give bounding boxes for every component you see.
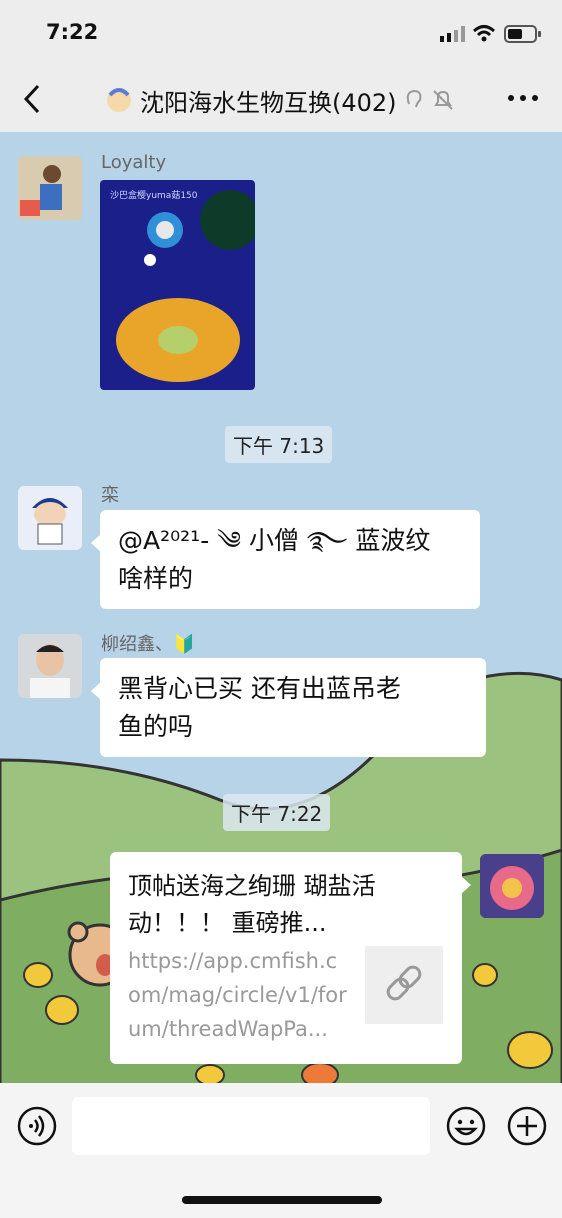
signal-icon [440, 26, 465, 42]
avatar[interactable] [18, 634, 82, 698]
status-bar: 7:22 [0, 0, 562, 68]
mute-bell-icon [432, 90, 453, 110]
home-indicator[interactable] [182, 1196, 382, 1204]
link-url: https://app.cmfish.com/mag/circle/v1/for… [128, 949, 347, 1041]
avatar[interactable] [18, 486, 82, 550]
chevron-left-icon[interactable] [16, 82, 50, 116]
chat-header: 沈阳海水生物互换(402) [0, 68, 562, 132]
sender-name: 柳绍鑫、🔰 [101, 634, 196, 655]
input-bar [0, 1083, 562, 1218]
link-icon [386, 965, 422, 1001]
timestamp: 下午 7:13 [225, 426, 333, 463]
more-dots-icon[interactable] [506, 90, 540, 106]
text-message[interactable]: @A²⁰²¹- ༄ 小僧 ࿐ 蓝波纹 啥样的 [91, 510, 480, 609]
voice-icon[interactable] [16, 1105, 58, 1147]
image-caption: 沙巴盒樱yuma菇150 [110, 191, 198, 201]
status-time: 7:22 [46, 20, 99, 44]
group-emoji-icon [107, 88, 131, 112]
battery-icon [504, 25, 541, 43]
chat-title[interactable]: 沈阳海水生物互换(402) [140, 83, 397, 118]
ear-icon [406, 89, 421, 108]
sender-name: Loyalty [101, 152, 167, 173]
message-line: 鱼的吗 [118, 712, 194, 741]
message-line: 啥样的 [118, 564, 194, 593]
wifi-icon [472, 25, 496, 42]
message-input[interactable] [72, 1097, 430, 1155]
sender-name: 栾 [101, 485, 119, 506]
self-avatar[interactable] [480, 854, 544, 918]
link-thumbnail [365, 946, 443, 1024]
avatar[interactable] [18, 156, 82, 220]
link-card-message[interactable]: 顶帖送海之绚珊 瑚盐活动！！！ 重磅推... https://app.cmfis… [110, 852, 471, 1064]
message-line: 黑背心已买 还有出蓝吊老 [118, 674, 401, 703]
message-line: @A²⁰²¹- ༄ 小僧 ࿐ 蓝波纹 [118, 526, 431, 555]
plus-icon[interactable] [506, 1105, 548, 1147]
emoji-icon[interactable] [445, 1105, 487, 1147]
text-message[interactable]: 黑背心已买 还有出蓝吊老 鱼的吗 [91, 658, 486, 757]
image-message[interactable]: 沙巴盒樱yuma菇150 [100, 180, 255, 390]
timestamp: 下午 7:22 [223, 794, 331, 831]
link-title: 顶帖送海之绚珊 瑚盐活动！！！ 重磅推... [128, 872, 376, 937]
